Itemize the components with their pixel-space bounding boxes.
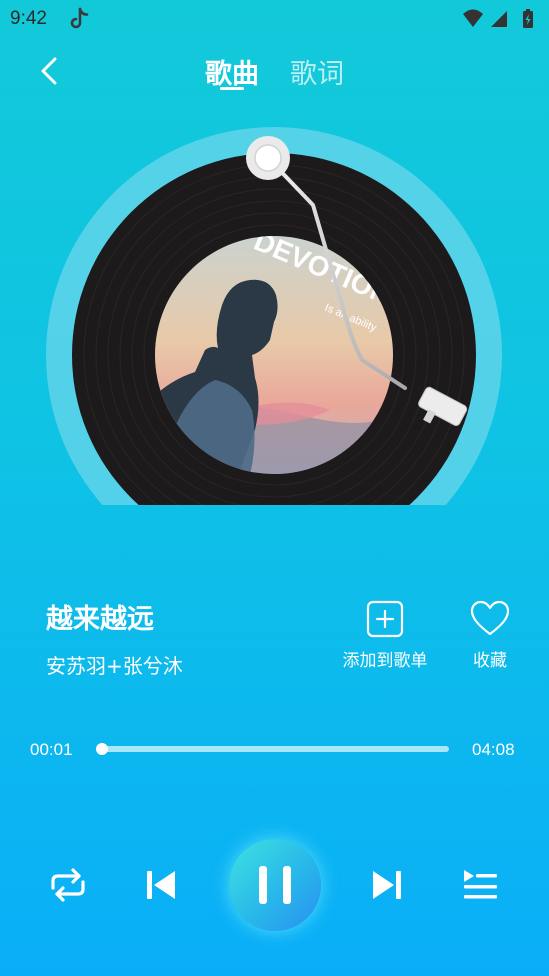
- add-to-playlist-button[interactable]: 添加到歌单: [337, 600, 433, 675]
- song-title: 越来越远: [46, 604, 154, 635]
- tab-lyrics[interactable]: 歌词: [290, 52, 344, 91]
- vinyl-disc-area: DEVOTION Is an ability: [0, 100, 549, 505]
- plus-square-icon: [366, 600, 404, 638]
- favorite-label: 收藏: [473, 651, 507, 671]
- wifi-icon: [463, 9, 483, 27]
- back-button[interactable]: [30, 50, 70, 90]
- pause-icon: [259, 866, 291, 904]
- repeat-icon: [51, 868, 85, 902]
- playlist-button[interactable]: [461, 866, 499, 904]
- add-to-playlist-label: 添加到歌单: [342, 651, 428, 671]
- total-time: 04:08: [472, 740, 515, 759]
- current-time: 00:01: [30, 740, 73, 759]
- status-time: 9:42: [10, 8, 47, 29]
- playlist-icon: [464, 870, 497, 899]
- chevron-left-icon: [41, 57, 57, 85]
- pause-button[interactable]: [229, 839, 321, 931]
- tab-indicator: [220, 87, 244, 90]
- next-button[interactable]: [369, 866, 405, 904]
- skip-next-icon: [373, 871, 401, 899]
- signal-icon: [491, 11, 507, 27]
- skip-previous-icon: [147, 871, 175, 899]
- progress-bar[interactable]: [96, 743, 449, 755]
- battery-charging-icon: [523, 9, 533, 28]
- vinyl-disc: DEVOTION Is an ability: [46, 127, 502, 505]
- repeat-button[interactable]: [47, 866, 89, 904]
- progress-thumb[interactable]: [96, 743, 109, 755]
- tiktok-notification-icon: [70, 7, 89, 29]
- status-bar: 9:42: [0, 0, 549, 38]
- previous-button[interactable]: [143, 866, 179, 904]
- heart-outline-icon: [470, 600, 510, 636]
- player-screen: 9:42 歌曲 歌词 DEVOTION Is an ability 越来越远 安…: [0, 0, 549, 976]
- tab-song[interactable]: 歌曲: [205, 52, 259, 91]
- status-icons: [463, 9, 533, 28]
- song-artist: 安苏羽+张兮沐: [46, 654, 183, 678]
- favorite-button[interactable]: 收藏: [462, 600, 518, 675]
